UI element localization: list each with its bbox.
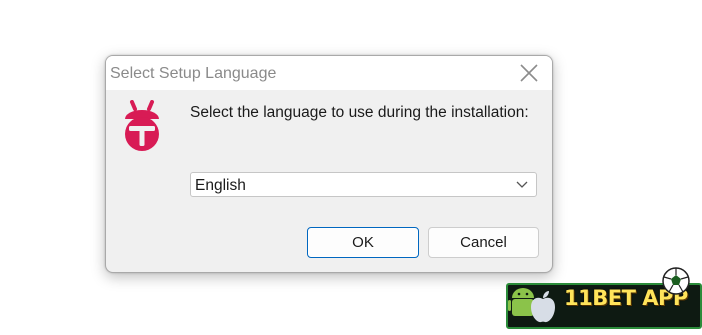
dialog-title: Select Setup Language bbox=[110, 65, 277, 82]
close-icon bbox=[520, 64, 538, 82]
cancel-button[interactable]: Cancel bbox=[428, 227, 539, 258]
ok-button[interactable]: OK bbox=[307, 227, 419, 258]
soccer-ball-icon bbox=[662, 267, 690, 295]
apple-icon bbox=[531, 291, 555, 323]
language-prompt: Select the language to use during the in… bbox=[190, 104, 529, 121]
setup-language-dialog: Select Setup Language Select the languag… bbox=[105, 55, 553, 273]
title-bar[interactable]: Select Setup Language bbox=[106, 56, 552, 90]
installer-app-icon bbox=[125, 100, 159, 151]
close-button[interactable] bbox=[506, 56, 552, 90]
language-select-value: English bbox=[195, 177, 246, 194]
chevron-down-icon bbox=[516, 181, 528, 188]
language-select[interactable]: English bbox=[190, 172, 537, 197]
watermark-logo: 11BET APP bbox=[506, 266, 702, 329]
